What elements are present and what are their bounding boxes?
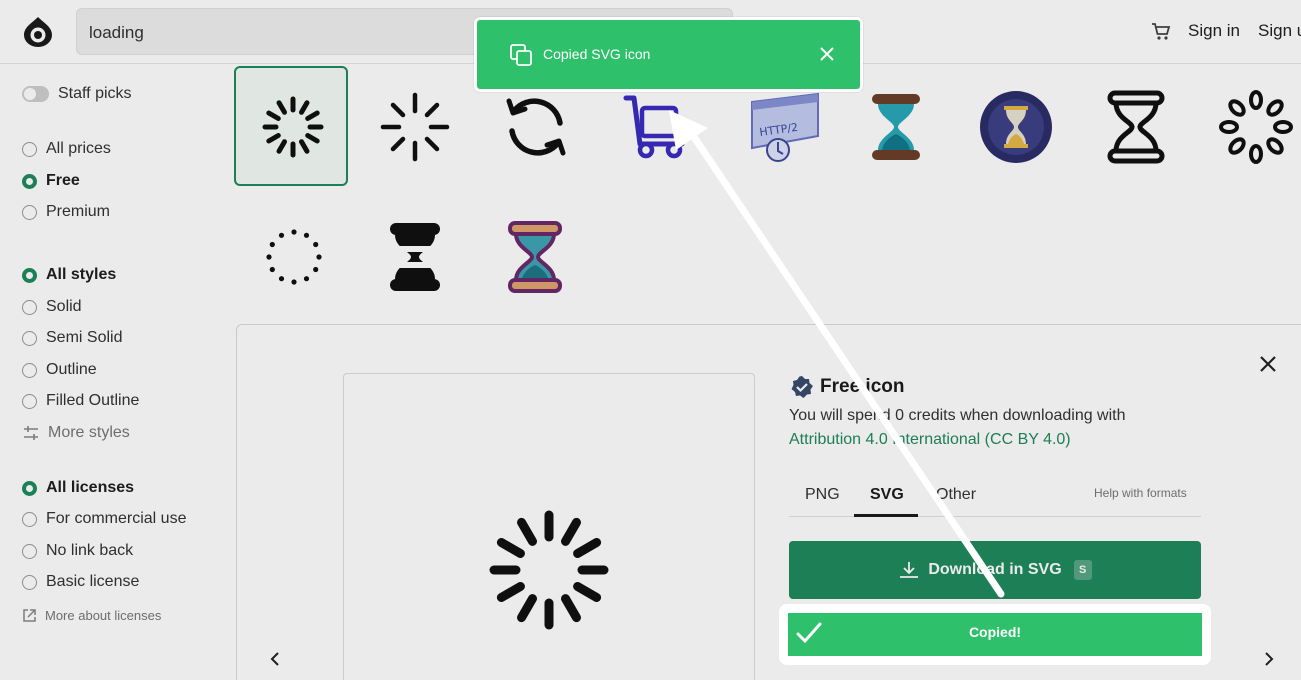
more-styles-link[interactable]: More styles	[22, 422, 130, 444]
style-option[interactable]: Filled Outline	[22, 390, 139, 412]
hourglass-teal-icon	[872, 94, 920, 160]
hourglass-purple-icon	[508, 221, 562, 293]
license-option[interactable]: Basic license	[22, 571, 139, 593]
icon-preview	[343, 373, 755, 680]
more-about-licenses-label: More about licenses	[45, 607, 162, 623]
copied-button[interactable]: Copied!	[779, 604, 1211, 665]
price-option[interactable]: All prices	[22, 138, 111, 160]
sign-up-link[interactable]: Sign u	[1258, 21, 1301, 41]
sliders-icon	[24, 426, 38, 440]
dots-spinner-icon	[266, 229, 322, 285]
icon-tile-hourglass-solid[interactable]	[356, 196, 470, 316]
radio-button[interactable]	[22, 267, 37, 283]
close-icon[interactable]	[1258, 354, 1278, 374]
credits-text: You will spend 0 credits when downloadin…	[789, 407, 1126, 424]
icon-tile-spinner[interactable]	[234, 66, 348, 186]
price-label: All prices	[46, 140, 111, 157]
tab-png[interactable]: PNG	[805, 486, 840, 504]
toast-message: Copied SVG icon	[543, 46, 651, 62]
radio-button[interactable]	[22, 204, 37, 220]
license-label: Basic license	[46, 573, 140, 590]
radio-button[interactable]	[22, 393, 37, 409]
license-label: All licenses	[46, 479, 135, 496]
spinner-icon	[489, 510, 609, 630]
price-label: Premium	[46, 203, 111, 220]
active-tab-indicator	[854, 514, 918, 517]
download-icon	[900, 562, 919, 578]
radio-button[interactable]	[22, 141, 37, 157]
price-option[interactable]: Premium	[22, 201, 110, 223]
style-label: Solid	[46, 298, 82, 315]
loader-icon	[380, 92, 450, 162]
verified-badge-icon	[791, 376, 813, 398]
style-option[interactable]: Semi Solid	[22, 327, 122, 349]
chevron-right-icon[interactable]	[1262, 652, 1276, 666]
radio-button[interactable]	[22, 574, 37, 590]
style-option[interactable]: Solid	[22, 296, 82, 318]
style-label: Semi Solid	[46, 329, 123, 346]
style-label: Filled Outline	[46, 392, 140, 409]
icon-tile-hourglass-outline[interactable]	[1077, 66, 1191, 186]
icon-tile-dots-spinner[interactable]	[234, 196, 348, 316]
copied-toast: Copied SVG icon	[474, 17, 863, 92]
external-link-icon	[23, 608, 36, 622]
price-label: Free	[46, 172, 80, 189]
radio-button[interactable]	[22, 362, 37, 378]
staff-picks-label: Staff picks	[58, 85, 132, 102]
tab-svg[interactable]: SVG	[870, 486, 904, 504]
download-svg-button[interactable]: Download in SVG S	[789, 541, 1201, 599]
license-option[interactable]: For commercial use	[22, 508, 186, 530]
radio-button[interactable]	[22, 543, 37, 559]
chevron-left-icon[interactable]	[268, 652, 282, 666]
hourglass-outline-icon	[1107, 90, 1165, 164]
detail-title: Free icon	[820, 376, 905, 397]
sign-in-link[interactable]: Sign in	[1188, 21, 1240, 41]
radio-button[interactable]	[22, 173, 37, 189]
license-option[interactable]: No link back	[22, 540, 133, 562]
style-option[interactable]: Outline	[22, 359, 97, 381]
spinner-icon	[262, 96, 324, 158]
logo-icon[interactable]	[20, 14, 56, 50]
more-about-licenses-link[interactable]: More about licenses	[22, 604, 161, 626]
close-icon[interactable]	[819, 46, 835, 62]
copy-icon	[510, 44, 532, 66]
copied-label: Copied!	[968, 624, 1022, 640]
http2-icon: HTTP/2	[751, 92, 819, 162]
radio-button[interactable]	[22, 480, 37, 496]
shortcut-key: S	[1073, 560, 1092, 580]
icon-tile-loader[interactable]	[356, 66, 470, 186]
cart-icon[interactable]	[1151, 22, 1171, 42]
style-label: Outline	[46, 361, 97, 378]
download-label: Download in SVG	[928, 561, 1062, 578]
radio-button[interactable]	[22, 299, 37, 315]
radio-button[interactable]	[22, 330, 37, 346]
help-formats-link[interactable]: Help with formats	[1094, 486, 1187, 500]
tab-divider	[789, 516, 1201, 517]
hourglass-circle-icon	[980, 91, 1052, 163]
license-label: For commercial use	[46, 510, 187, 527]
license-label: No link back	[46, 542, 134, 559]
trolley-icon	[623, 95, 685, 159]
tab-other[interactable]: Other	[936, 486, 976, 504]
refresh-icon	[506, 98, 566, 156]
staff-picks-toggle[interactable]: Staff picks	[22, 83, 132, 105]
license-option[interactable]: All licenses	[22, 477, 134, 499]
style-label: All styles	[46, 266, 117, 283]
hourglass-solid-icon	[390, 223, 440, 291]
icon-tile-spinner-rings[interactable]	[1196, 66, 1301, 186]
more-styles-label: More styles	[48, 424, 130, 441]
radio-button[interactable]	[22, 511, 37, 527]
icon-tile-hourglass-purple[interactable]	[477, 196, 591, 316]
price-option[interactable]: Free	[22, 170, 80, 192]
style-option[interactable]: All styles	[22, 264, 116, 286]
spinner-rings-icon	[1219, 90, 1293, 164]
license-link[interactable]: Attribution 4.0 International (CC BY 4.0…	[789, 431, 1071, 449]
toggle-switch[interactable]	[22, 86, 49, 102]
icon-tile-hourglass-circle[interactable]	[959, 66, 1073, 186]
